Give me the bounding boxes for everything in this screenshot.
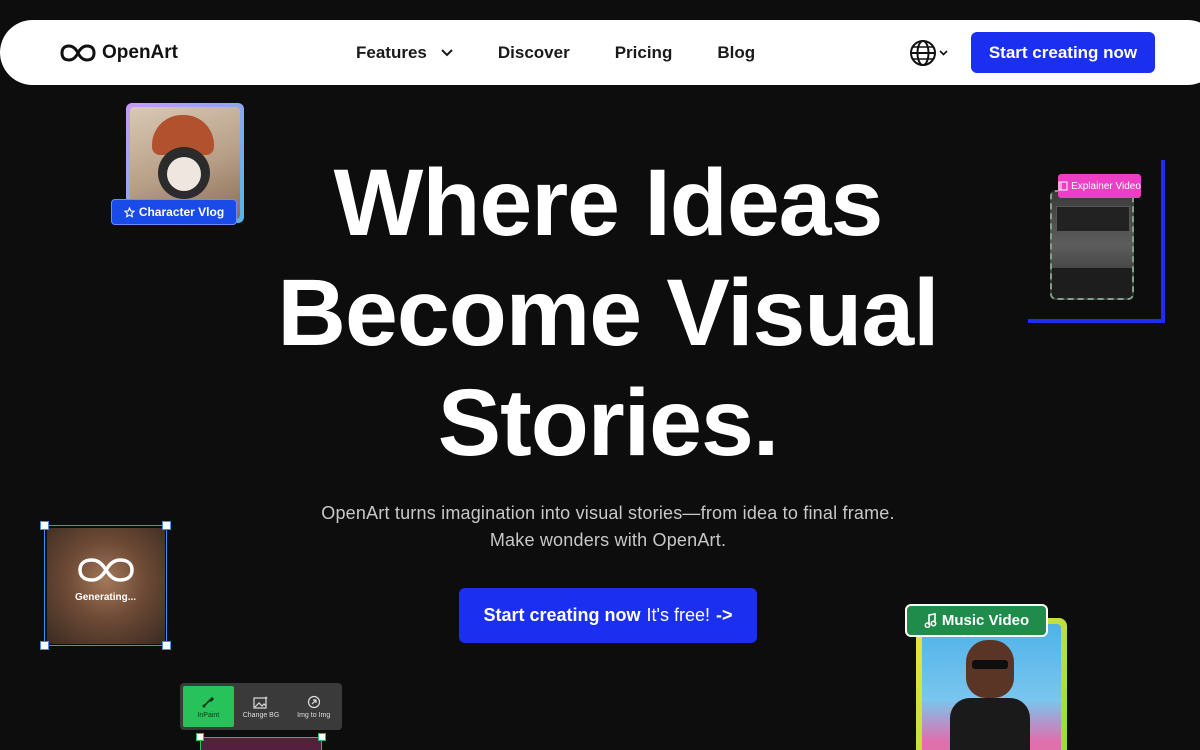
tool-change-bg[interactable]: Change BG: [236, 686, 287, 727]
generating-label: Generating...: [74, 592, 137, 603]
hero-subtitle-line-1: OpenArt turns imagination into visual st…: [321, 503, 895, 523]
resize-handle[interactable]: [40, 521, 49, 530]
chevron-down-icon: [939, 50, 948, 56]
tool-img-to-img[interactable]: Img to Img: [288, 686, 339, 727]
tool-change-bg-label: Change BG: [242, 711, 280, 719]
globe-icon: [910, 40, 936, 66]
hero-cta-free-label: It's free!: [646, 605, 710, 625]
infinity-logo-icon: [60, 44, 96, 62]
hero-start-creating-button[interactable]: Start creating now It's free! ->: [459, 588, 757, 643]
explainer-video-badge: Explainer Video: [1058, 174, 1141, 198]
music-note-icon: [924, 613, 937, 628]
brush-icon: [202, 696, 215, 708]
nav-pricing[interactable]: Pricing: [615, 43, 673, 63]
resize-handle[interactable]: [162, 521, 171, 530]
old-man-image: [47, 528, 165, 644]
singer-head: [966, 640, 1014, 698]
brand-name: OpenArt: [102, 42, 178, 63]
hero-title-line-3: Stories.: [437, 370, 779, 476]
generating-card[interactable]: Generating...: [40, 521, 171, 650]
resize-handle[interactable]: [318, 733, 326, 741]
nav-blog[interactable]: Blog: [717, 43, 755, 63]
arrow-icon: ->: [715, 605, 733, 625]
language-selector[interactable]: [909, 38, 951, 68]
hero-subtitle-line-2: Make wonders with OpenArt.: [489, 530, 727, 550]
singer-image: [922, 624, 1061, 750]
hero-cta-main-label: Start creating now: [483, 605, 641, 625]
nav-features-label: Features: [356, 42, 427, 62]
tool-inpaint-label: InPaint: [197, 711, 220, 719]
explainer-screen: [1056, 206, 1130, 232]
singer-sunglasses: [972, 660, 1008, 669]
resize-handle[interactable]: [162, 641, 171, 650]
openart-logo[interactable]: OpenArt: [60, 41, 178, 65]
nav-links: Features Discover Pricing Blog: [356, 20, 800, 85]
chevron-down-icon: [441, 48, 453, 56]
nav-start-creating-button[interactable]: Start creating now: [971, 32, 1155, 73]
resize-handle[interactable]: [196, 733, 204, 741]
penguin-face: [158, 147, 210, 199]
book-icon: [1058, 181, 1068, 191]
image-sparkle-icon: [253, 695, 268, 709]
character-vlog-badge: Character Vlog: [111, 199, 237, 225]
swap-image-icon: [307, 695, 320, 708]
explainer-floor: [1052, 268, 1132, 298]
character-vlog-label: Character Vlog: [138, 205, 225, 219]
hero-subtitle: OpenArt turns imagination into visual st…: [0, 500, 1200, 554]
nav-discover[interactable]: Discover: [498, 43, 570, 63]
music-video-card[interactable]: [916, 618, 1067, 750]
explainer-video-card[interactable]: [1050, 190, 1134, 300]
tool-img-to-img-label: Img to Img: [297, 711, 331, 719]
tool-inpaint[interactable]: InPaint: [183, 686, 234, 727]
inpaint-preview-image[interactable]: [196, 733, 326, 750]
edit-toolbar: InPaint Change BG Img to Img: [180, 683, 342, 730]
nav-features[interactable]: Features: [356, 43, 453, 63]
music-video-badge: Music Video: [905, 604, 1048, 637]
music-video-label: Music Video: [941, 612, 1030, 629]
infinity-loader-icon: [78, 558, 134, 582]
resize-handle[interactable]: [40, 641, 49, 650]
explainer-video-label: Explainer Video: [1071, 180, 1141, 192]
star-icon: [123, 206, 135, 218]
singer-jacket: [950, 698, 1030, 750]
hero-title-line-2: Become Visual: [277, 260, 939, 366]
